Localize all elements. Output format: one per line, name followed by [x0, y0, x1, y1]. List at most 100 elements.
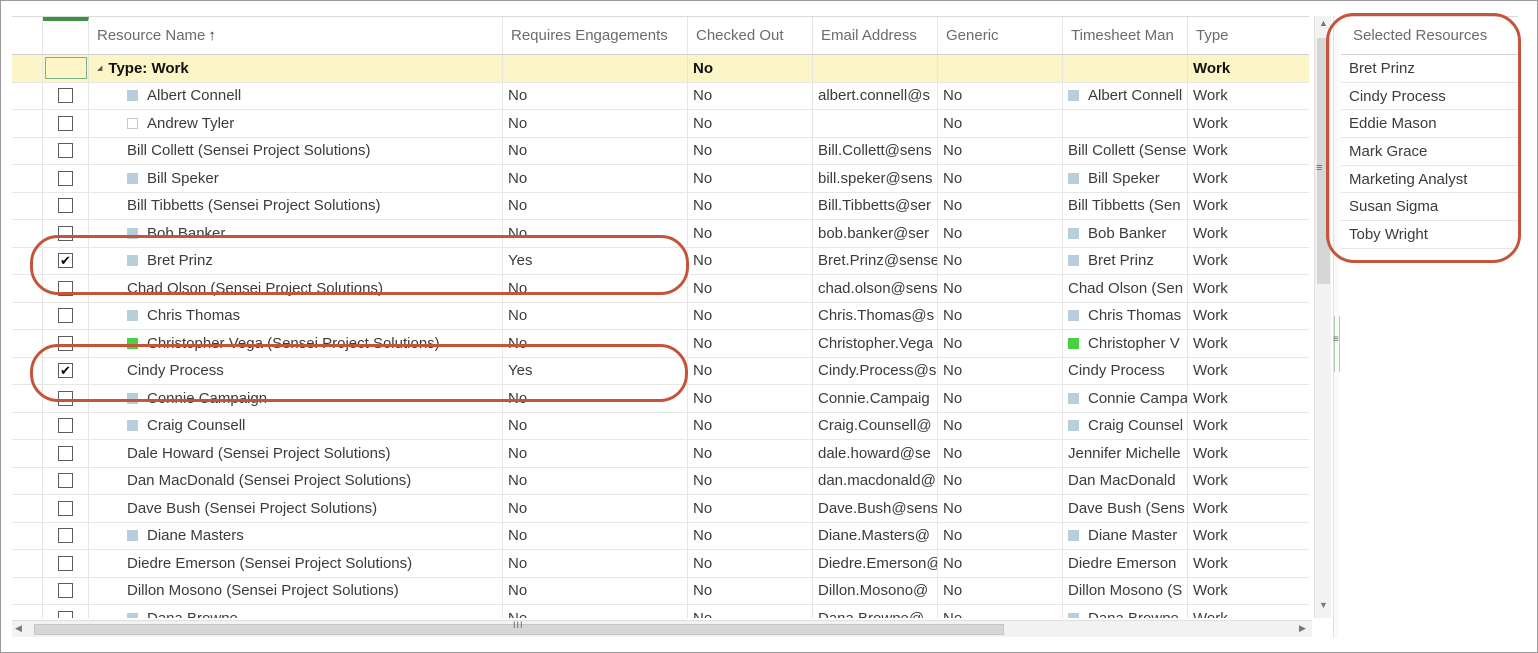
- email-cell[interactable]: Connie.Campaig: [813, 385, 938, 412]
- type-cell[interactable]: Work: [1188, 110, 1309, 137]
- checked-out-cell[interactable]: No: [688, 550, 813, 577]
- email-cell[interactable]: dale.howard@se: [813, 440, 938, 467]
- row-checkbox-cell[interactable]: [43, 110, 89, 137]
- resource-name-cell[interactable]: Andrew Tyler: [89, 110, 503, 137]
- type-cell[interactable]: Work: [1188, 413, 1309, 440]
- timesheet-manager-cell[interactable]: Dana Browne: [1063, 605, 1188, 618]
- timesheet-manager-cell[interactable]: Diedre Emerson: [1063, 550, 1188, 577]
- checked-out-cell[interactable]: No: [688, 110, 813, 137]
- type-cell[interactable]: Work: [1188, 440, 1309, 467]
- row-checkbox[interactable]: [58, 88, 73, 104]
- requires-engagements-cell[interactable]: No: [503, 577, 688, 604]
- collapse-triangle-icon[interactable]: ◢: [97, 64, 102, 72]
- checked-out-cell[interactable]: No: [688, 440, 813, 467]
- table-row[interactable]: Bill Tibbetts (Sensei Project Solutions)…: [12, 192, 1309, 220]
- timesheet-manager-cell[interactable]: Dillon Mosono (S: [1063, 577, 1188, 604]
- requires-engagements-cell[interactable]: No: [503, 385, 688, 412]
- row-checkbox-cell[interactable]: [43, 577, 89, 604]
- email-cell[interactable]: Christopher.Vega: [813, 330, 938, 357]
- timesheet-manager-cell[interactable]: Bill Collett (Sense: [1063, 137, 1188, 164]
- table-row[interactable]: ✔ Bret Prinz Yes No Bret.Prinz@sense No Bret P…: [12, 247, 1309, 275]
- vertical-scroll-thumb[interactable]: [1317, 38, 1330, 284]
- generic-cell[interactable]: No: [938, 412, 1063, 439]
- selected-resource-item[interactable]: Mark Grace: [1341, 138, 1518, 166]
- generic-cell[interactable]: No: [938, 522, 1063, 549]
- table-row[interactable]: Dana BrowneNoNoDana.Browne@NoDana Browne…: [12, 605, 1309, 618]
- email-cell[interactable]: Bill.Collett@sens: [813, 137, 938, 164]
- column-header-generic[interactable]: Generic: [938, 17, 1063, 54]
- type-cell[interactable]: Work: [1188, 83, 1309, 110]
- row-checkbox-cell[interactable]: [43, 192, 89, 219]
- row-checkbox-cell[interactable]: [43, 82, 89, 109]
- row-checkbox-cell[interactable]: [43, 220, 89, 247]
- email-cell[interactable]: Dave.Bush@sens: [813, 495, 938, 522]
- generic-cell[interactable]: No: [938, 137, 1063, 164]
- table-row[interactable]: Bob Banker No No bob.banker@ser No Bob Banker…: [12, 220, 1309, 248]
- vertical-scrollbar[interactable]: ▲ ▼: [1314, 16, 1331, 618]
- table-row[interactable]: Christopher Vega (Sensei Project Solutio…: [12, 330, 1309, 358]
- table-row[interactable]: Bill Collett (Sensei Project Solutions) N…: [12, 137, 1309, 165]
- checked-out-cell[interactable]: No: [688, 137, 813, 164]
- generic-cell[interactable]: No: [938, 165, 1063, 192]
- requires-engagements-cell[interactable]: No: [503, 220, 688, 247]
- type-cell[interactable]: Work: [1188, 358, 1309, 385]
- table-row[interactable]: Dan MacDonald (Sensei Project Solutions)…: [12, 467, 1309, 495]
- requires-engagements-cell[interactable]: No: [503, 137, 688, 164]
- type-cell[interactable]: Work: [1188, 550, 1309, 577]
- table-row[interactable]: Dillon Mosono (Sensei Project Solutions)…: [12, 577, 1309, 605]
- generic-cell[interactable]: No: [938, 550, 1063, 577]
- email-cell[interactable]: Craig.Counsell@: [813, 412, 938, 439]
- generic-cell[interactable]: No: [938, 110, 1063, 137]
- table-row[interactable]: Chris Thomas No No Chris.Thomas@s No Chris Th…: [12, 302, 1309, 330]
- email-cell[interactable]: bill.speker@sens: [813, 165, 938, 192]
- column-header-checked-out[interactable]: Checked Out: [688, 17, 813, 54]
- column-header-timesheet-manager[interactable]: Timesheet Man: [1063, 17, 1188, 54]
- row-checkbox[interactable]: [58, 280, 73, 296]
- email-cell[interactable]: Diedre.Emerson@: [813, 550, 938, 577]
- horizontal-scrollbar[interactable]: ◀ III ▶: [12, 620, 1312, 637]
- column-header-resource-name[interactable]: Resource Name ↑: [89, 17, 503, 54]
- splitter-handle[interactable]: ≡: [1333, 316, 1340, 372]
- checked-out-cell[interactable]: No: [688, 192, 813, 219]
- resource-name-cell[interactable]: Dale Howard (Sensei Project Solutions): [89, 440, 503, 467]
- type-cell[interactable]: Work: [1188, 275, 1309, 302]
- checked-out-cell[interactable]: No: [688, 247, 813, 274]
- checked-out-cell[interactable]: No: [688, 467, 813, 494]
- email-cell[interactable]: dan.macdonald@: [813, 467, 938, 494]
- email-cell[interactable]: albert.connell@s: [813, 82, 938, 109]
- type-cell[interactable]: Work: [1188, 523, 1309, 550]
- panel-splitter[interactable]: ≡ ≡: [1316, 16, 1340, 638]
- generic-cell[interactable]: No: [938, 220, 1063, 247]
- table-row[interactable]: Bill Speker No No bill.speker@sens No Bill Sp…: [12, 165, 1309, 193]
- type-cell[interactable]: Work: [1188, 138, 1309, 165]
- row-checkbox[interactable]: [58, 225, 73, 241]
- resource-name-cell[interactable]: Bill Speker: [89, 165, 503, 192]
- resource-name-cell[interactable]: Christopher Vega (Sensei Project Solutio…: [89, 330, 503, 357]
- requires-engagements-cell[interactable]: Yes: [503, 247, 688, 274]
- checked-out-cell[interactable]: No: [688, 577, 813, 604]
- row-checkbox[interactable]: [58, 445, 73, 461]
- timesheet-manager-cell[interactable]: Bill Speker: [1063, 165, 1188, 192]
- table-row[interactable]: Craig Counsell No No Craig.Counsell@ No Craig…: [12, 412, 1309, 440]
- resource-name-cell[interactable]: Chad Olson (Sensei Project Solutions): [89, 275, 503, 302]
- row-checkbox-cell[interactable]: [43, 137, 89, 164]
- email-cell[interactable]: Cindy.Process@s: [813, 357, 938, 384]
- email-cell[interactable]: Diane.Masters@: [813, 522, 938, 549]
- email-cell[interactable]: chad.olson@sens: [813, 275, 938, 302]
- generic-cell[interactable]: No: [938, 302, 1063, 329]
- row-checkbox-cell[interactable]: [43, 275, 89, 302]
- generic-cell[interactable]: No: [938, 385, 1063, 412]
- row-checkbox-cell[interactable]: [43, 412, 89, 439]
- type-cell[interactable]: Work: [1188, 193, 1309, 220]
- table-row[interactable]: Diedre Emerson (Sensei Project Solutions…: [12, 550, 1309, 578]
- timesheet-manager-cell[interactable]: Bob Banker: [1063, 220, 1188, 247]
- resource-name-cell[interactable]: Craig Counsell: [89, 412, 503, 439]
- generic-cell[interactable]: No: [938, 605, 1063, 618]
- row-checkbox[interactable]: ✔: [58, 253, 73, 269]
- resource-name-cell[interactable]: Bill Collett (Sensei Project Solutions): [89, 137, 503, 164]
- checked-out-cell[interactable]: No: [688, 275, 813, 302]
- requires-engagements-cell[interactable]: No: [503, 440, 688, 467]
- email-cell[interactable]: Bill.Tibbetts@ser: [813, 192, 938, 219]
- requires-engagements-cell[interactable]: No: [503, 302, 688, 329]
- row-checkbox[interactable]: [58, 390, 73, 406]
